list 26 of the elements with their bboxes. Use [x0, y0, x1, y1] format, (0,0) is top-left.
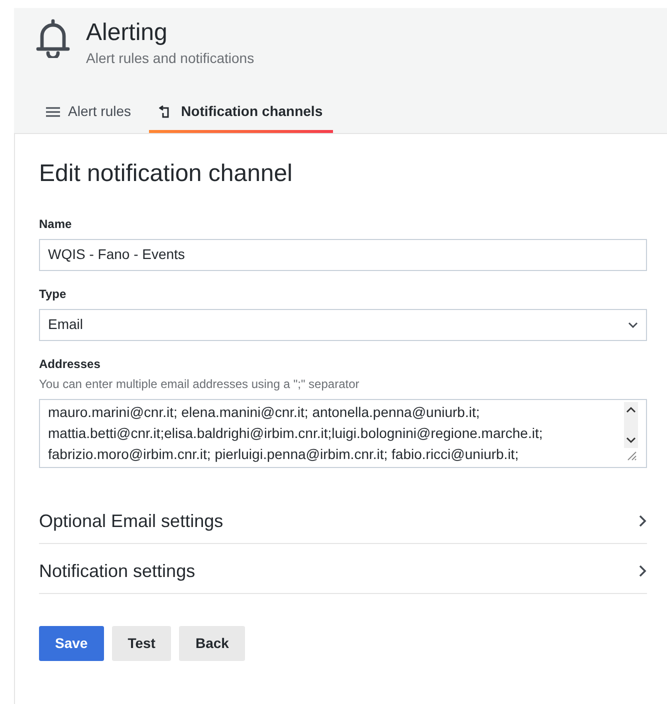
secondary-button[interactable]: Back — [179, 626, 245, 661]
name-field[interactable]: WQIS - Fano - Events — [39, 238, 647, 271]
type-select[interactable]: Email — [39, 308, 647, 341]
bell-icon — [36, 18, 70, 58]
chevron-down-icon — [628, 322, 638, 328]
secondary-button[interactable]: Test — [112, 626, 172, 661]
collapsible-section[interactable]: Optional Email settings — [39, 494, 647, 544]
chevron-right-icon — [639, 565, 647, 578]
page-title: Alerting — [86, 18, 168, 48]
form-heading: Edit notification channel — [39, 160, 294, 189]
page-subtitle: Alert rules and notifications — [86, 49, 254, 68]
tab[interactable]: Notification channels — [149, 97, 333, 133]
list-icon — [46, 106, 60, 116]
address-line: mauro.marini@cnr.it; elena.manini@cnr.it; antonella.penna@uniurb.it; — [48, 402, 481, 422]
address-line: mattia.betti@cnr.it;elisa.baldrighi@irbim.cnr.it;luigi.bolognini@regione.marche.it; — [48, 424, 544, 443]
field-label: Addresses — [39, 356, 102, 373]
address-line: fabrizio.moro@irbim.cnr.it; pierluigi.penna@irbim.cnr.it; fabio.ricci@uniurb.it; — [48, 444, 520, 464]
primary-button[interactable]: Save — [39, 626, 104, 661]
field-label: Name — [39, 216, 73, 233]
tab[interactable]: Alert rules — [36, 97, 142, 133]
field-description: You can enter multiple email addresses using a ";" separator — [39, 376, 360, 393]
chevron-right-icon — [639, 515, 647, 528]
scrollbar-drawing — [624, 402, 638, 462]
field-label: Type — [39, 286, 68, 303]
addresses-field[interactable] — [39, 398, 647, 468]
collapsible-section[interactable]: Notification settings — [39, 544, 647, 594]
